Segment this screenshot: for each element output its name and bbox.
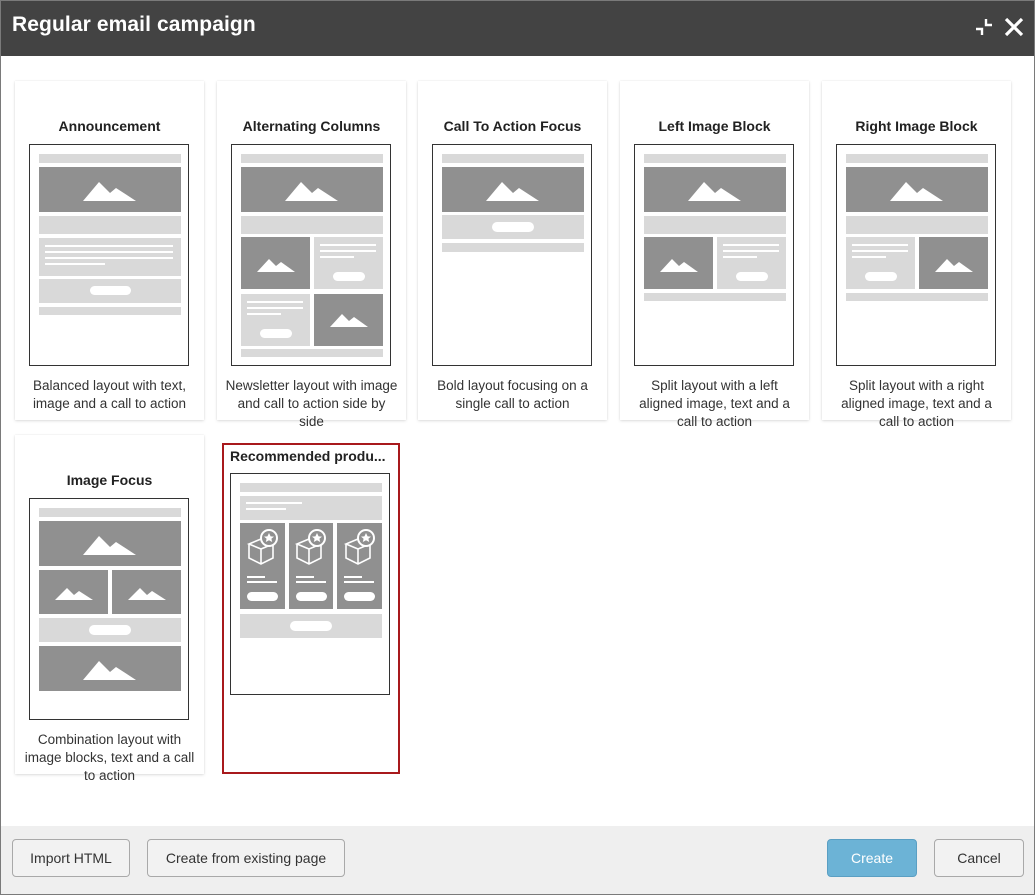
template-description: Split layout with a left aligned image, … [639,378,790,429]
template-card-image-focus[interactable]: Image Focus Combination layout with imag… [15,435,204,783]
template-card-recommended-products[interactable]: Recommended produ... [222,443,400,774]
template-description: Balanced layout with text, image and a c… [32,378,187,411]
template-thumbnail [230,473,390,695]
minimize-icon[interactable] [972,15,996,39]
template-thumbnail [634,144,794,366]
template-description: Newsletter layout with image and call to… [225,378,398,429]
create-from-existing-page-button[interactable]: Create from existing page [147,839,345,877]
template-title: Alternating Columns [242,118,381,134]
template-description: Combination layout with image blocks, te… [24,732,195,783]
dialog-title: Regular email campaign [12,13,256,36]
template-description: Split layout with a right aligned image,… [841,378,992,429]
dialog-footer: Import HTML Create from existing page Cr… [1,826,1034,894]
template-card-right-image-block[interactable]: Right Image Block Split layout with a ri… [822,81,1011,429]
template-thumbnail [836,144,996,366]
create-button[interactable]: Create [827,839,917,877]
cancel-button[interactable]: Cancel [934,839,1024,877]
template-card-announcement[interactable]: Announcement Balanced layout with text, … [15,81,204,420]
template-thumbnail [29,498,189,720]
import-html-button[interactable]: Import HTML [12,839,130,877]
template-title: Announcement [58,118,161,134]
template-card-call-to-action-focus[interactable]: Call To Action Focus Bold layout focusin… [418,81,607,420]
template-title: Left Image Block [658,118,771,134]
template-thumbnail [432,144,592,366]
template-card-alternating-columns[interactable]: Alternating Columns Newsletter layout wi… [217,81,406,429]
template-title: Right Image Block [855,118,978,134]
template-gallery: Announcement Balanced layout with text, … [1,56,1034,825]
template-thumbnail [231,144,391,366]
template-thumbnail [29,144,189,366]
dialog-titlebar: Regular email campaign [1,1,1034,56]
close-icon[interactable] [1002,15,1026,39]
template-card-left-image-block[interactable]: Left Image Block Split layout with a lef… [620,81,809,429]
template-title: Recommended produ... [230,448,386,464]
template-title: Image Focus [66,472,153,488]
template-title: Call To Action Focus [443,118,582,134]
template-description: Bold layout focusing on a single call to… [437,378,588,411]
email-campaign-dialog: Regular email campaign Announcement Bala… [0,0,1035,895]
